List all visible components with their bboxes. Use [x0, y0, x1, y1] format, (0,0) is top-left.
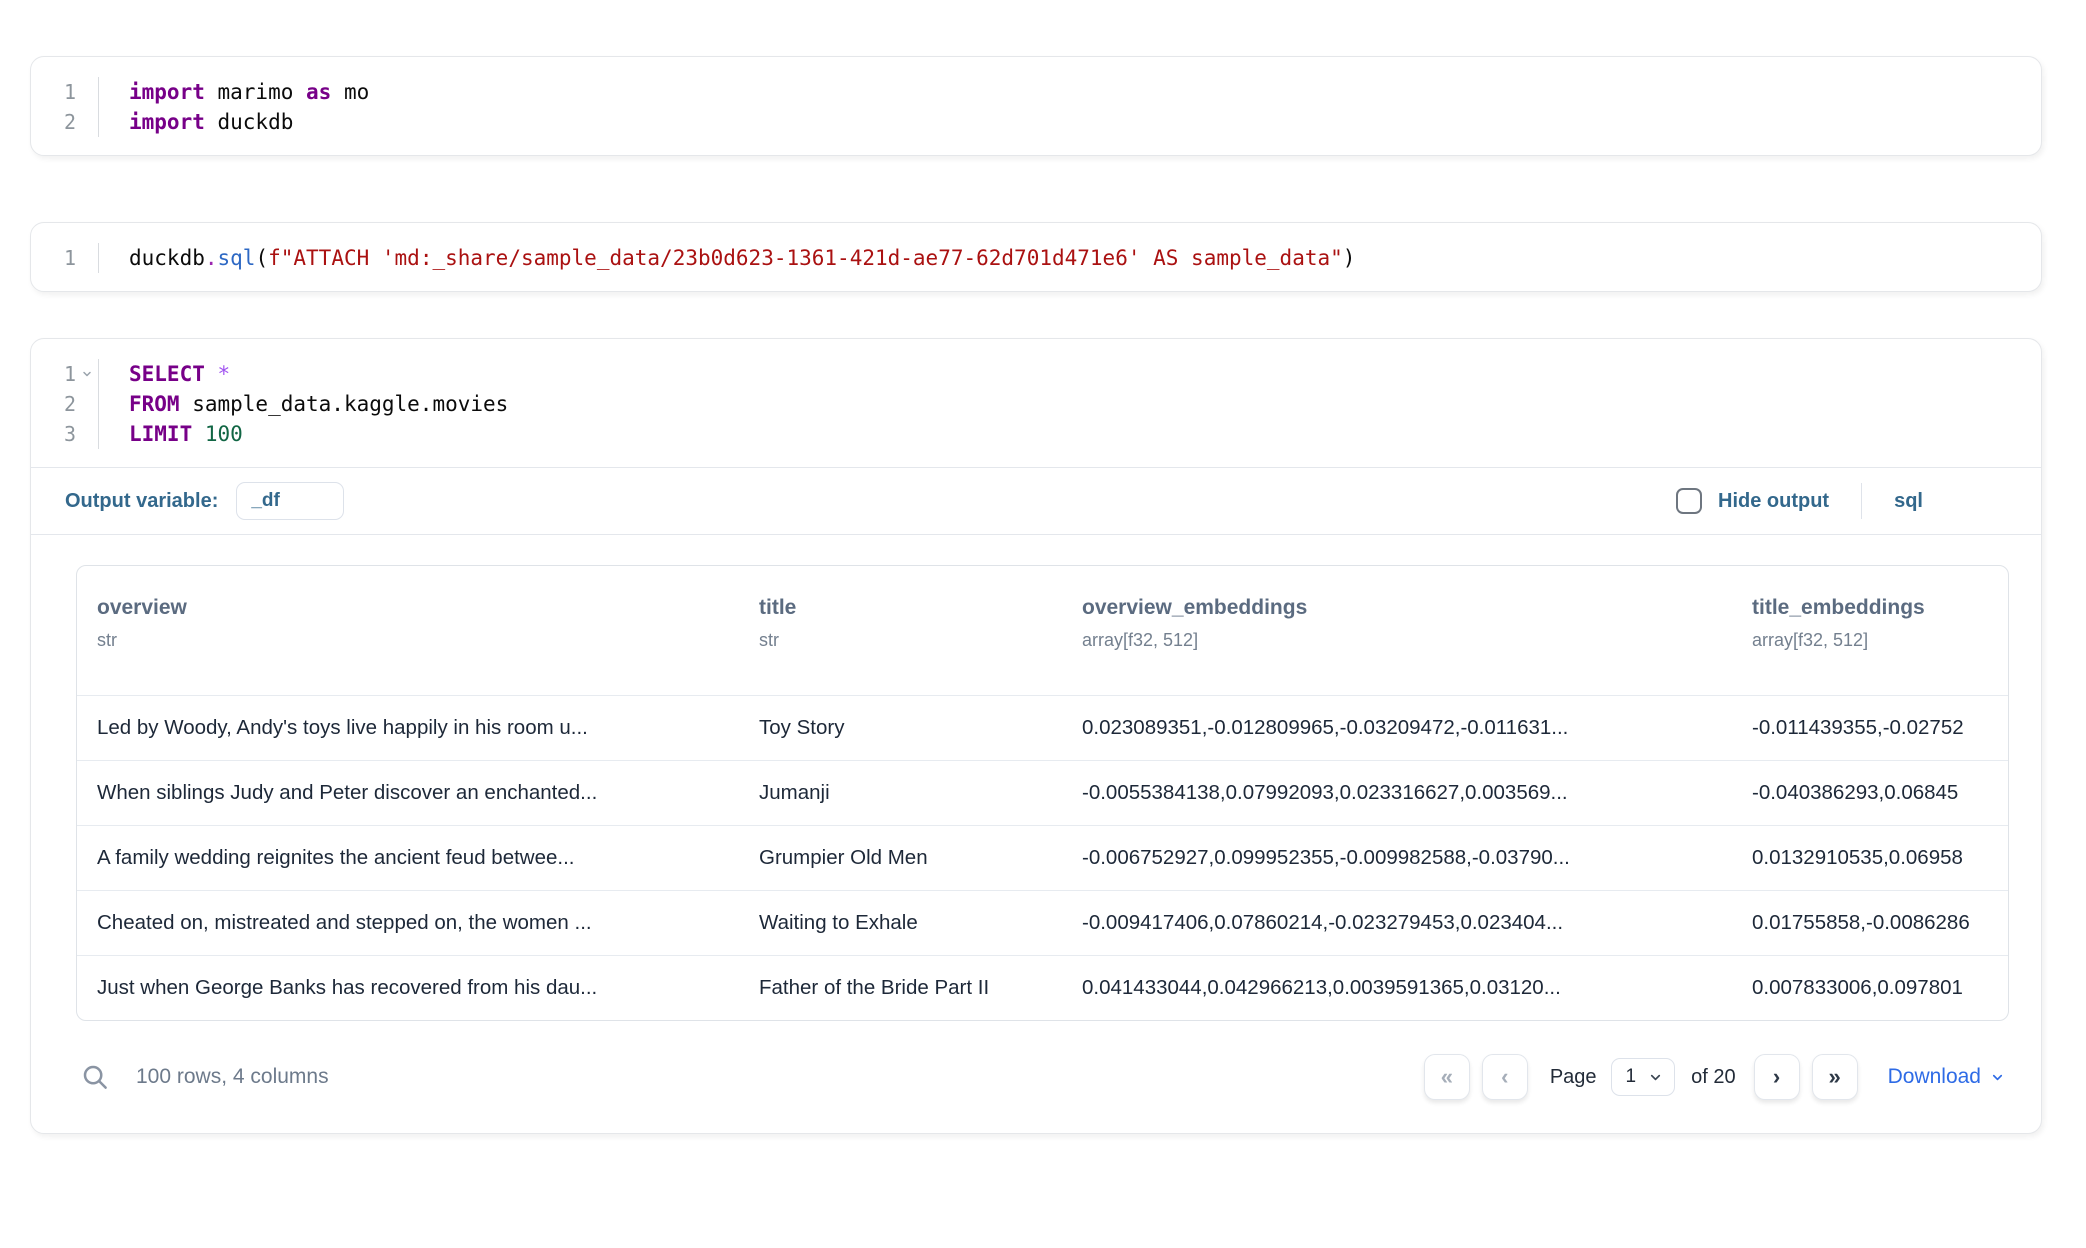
column-name: overview_embeddings [1082, 596, 1724, 620]
code-line[interactable]: SELECT * [129, 359, 508, 389]
code-cell-imports: 12 import marimo as moimport duckdb [30, 56, 2042, 156]
page-total-label: of 20 [1691, 1066, 1735, 1089]
table-cell: -0.0055384138,0.07992093,0.023316627,0.0… [1062, 781, 1732, 805]
line-number: 1 [31, 243, 98, 273]
sql-cell: 123 SELECT *FROM sample_data.kaggle.movi… [30, 338, 2042, 1134]
page-select-chevron-icon [1648, 1070, 1663, 1085]
sql-editor[interactable]: SELECT *FROM sample_data.kaggle.moviesLI… [99, 359, 508, 449]
code-editor[interactable]: duckdb.sql(f"ATTACH 'md:_share/sample_da… [99, 243, 1355, 273]
table-row[interactable]: Cheated on, mistreated and stepped on, t… [77, 890, 2008, 955]
table-cell: Cheated on, mistreated and stepped on, t… [77, 911, 739, 935]
table-row[interactable]: A family wedding reignites the ancient f… [77, 825, 2008, 890]
table-cell: Led by Woody, Andy's toys live happily i… [77, 716, 739, 740]
table-cell: 0.023089351,-0.012809965,-0.03209472,-0.… [1062, 716, 1732, 740]
line-number: 1 [31, 359, 98, 389]
download-button[interactable]: Download [1888, 1065, 2005, 1089]
page-label: Page [1550, 1066, 1597, 1089]
line-number: 1 [31, 77, 98, 107]
result-table: overview str title str overview_embeddingsar… [76, 565, 2009, 1021]
line-number: 3 [31, 419, 98, 449]
table-cell: Just when George Banks has recovered fro… [77, 976, 739, 1000]
table-row[interactable]: Just when George Banks has recovered fro… [77, 955, 2008, 1020]
line-number-gutter: 123 [31, 359, 99, 449]
row-count-summary: 100 rows, 4 columns [136, 1065, 329, 1089]
column-header-title[interactable]: title str [739, 596, 1062, 651]
column-dtype: array[f32, 512] [1752, 630, 2000, 651]
fold-chevron-icon[interactable] [76, 368, 98, 380]
table-body: Led by Woody, Andy's toys live happily i… [77, 695, 2008, 1020]
divider [1861, 483, 1862, 519]
code-line[interactable]: import marimo as mo [129, 77, 369, 107]
download-label: Download [1888, 1065, 1981, 1089]
table-cell: When siblings Judy and Peter discover an… [77, 781, 739, 805]
download-chevron-icon [1990, 1070, 2005, 1085]
page-select[interactable]: 1 [1611, 1058, 1676, 1096]
output-variable-bar: Output variable: Hide output sql [31, 467, 2041, 535]
line-number: 2 [31, 389, 98, 419]
first-page-button[interactable]: « [1424, 1054, 1470, 1100]
line-number-gutter: 1 [31, 243, 99, 273]
table-cell: Jumanji [739, 781, 1062, 805]
search-icon[interactable] [80, 1062, 110, 1092]
table-cell: 0.01755858,-0.0086286 [1732, 911, 2008, 935]
column-name: overview [97, 596, 731, 620]
language-toggle-sql[interactable]: sql [1894, 490, 1923, 513]
column-header-overview[interactable]: overview str [77, 596, 739, 651]
column-name: title [759, 596, 1054, 620]
code-line[interactable]: FROM sample_data.kaggle.movies [129, 389, 508, 419]
line-number-gutter: 12 [31, 77, 99, 137]
prev-page-button[interactable]: ‹ [1482, 1054, 1528, 1100]
line-number: 2 [31, 107, 98, 137]
table-footer: 100 rows, 4 columns « ‹ Page 1 of 20 › »… [76, 1021, 2009, 1133]
code-editor[interactable]: import marimo as moimport duckdb [99, 77, 369, 137]
code-line[interactable]: LIMIT 100 [129, 419, 508, 449]
table-cell: -0.040386293,0.06845 [1732, 781, 2008, 805]
code-line[interactable]: duckdb.sql(f"ATTACH 'md:_share/sample_da… [129, 243, 1355, 273]
table-cell: 0.0132910535,0.06958 [1732, 846, 2008, 870]
column-header-overview_embeddings[interactable]: overview_embeddings array[f32, 512] [1062, 596, 1732, 651]
last-page-button[interactable]: » [1812, 1054, 1858, 1100]
column-dtype: str [97, 630, 731, 651]
table-cell: 0.041433044,0.042966213,0.0039591365,0.0… [1062, 976, 1732, 1000]
hide-output-label: Hide output [1718, 490, 1829, 513]
table-cell: -0.006752927,0.099952355,-0.009982588,-0… [1062, 846, 1732, 870]
column-name: title_embeddings [1752, 596, 2000, 620]
column-dtype: array[f32, 512] [1082, 630, 1724, 651]
page-select-value: 1 [1626, 1066, 1637, 1088]
table-header: overview str title str overview_embeddingsar… [77, 566, 2008, 695]
output-variable-label: Output variable: [65, 490, 218, 513]
hide-output-checkbox[interactable] [1676, 488, 1702, 514]
code-cell-attach: 1 duckdb.sql(f"ATTACH 'md:_share/sample_… [30, 222, 2042, 292]
table-cell: 0.007833006,0.097801 [1732, 976, 2008, 1000]
code-line[interactable]: import duckdb [129, 107, 369, 137]
table-cell: Father of the Bride Part II [739, 976, 1062, 1000]
next-page-button[interactable]: › [1754, 1054, 1800, 1100]
table-cell: Grumpier Old Men [739, 846, 1062, 870]
column-header-title_embeddings[interactable]: title_embeddings array[f32, 512] [1732, 596, 2008, 651]
table-cell: A family wedding reignites the ancient f… [77, 846, 739, 870]
output-variable-input[interactable] [236, 482, 344, 520]
table-cell: Toy Story [739, 716, 1062, 740]
table-row[interactable]: When siblings Judy and Peter discover an… [77, 760, 2008, 825]
table-cell: -0.009417406,0.07860214,-0.023279453,0.0… [1062, 911, 1732, 935]
table-cell: Waiting to Exhale [739, 911, 1062, 935]
column-dtype: str [759, 630, 1054, 651]
table-row[interactable]: Led by Woody, Andy's toys live happily i… [77, 695, 2008, 760]
table-cell: -0.011439355,-0.02752 [1732, 716, 2008, 740]
